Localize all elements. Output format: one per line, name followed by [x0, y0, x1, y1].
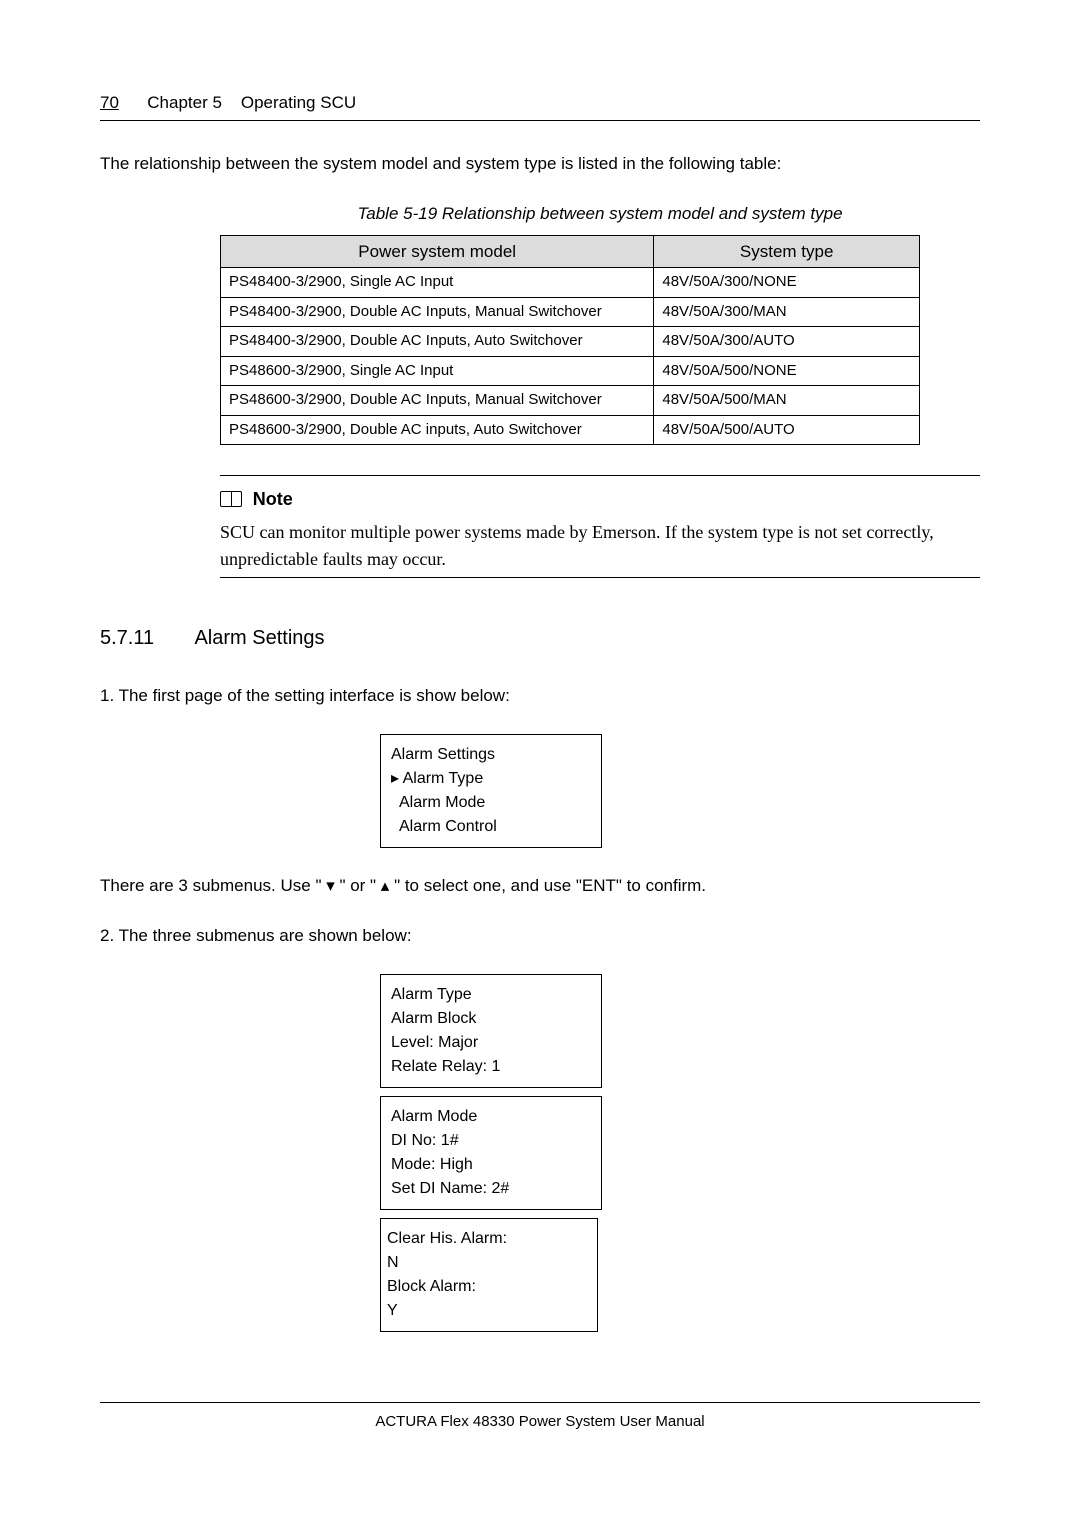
table-header-col2: System type: [654, 235, 920, 268]
alarm-control-screen: Clear His. Alarm: N Block Alarm: Y: [380, 1218, 598, 1332]
screen-line: DI No: 1#: [391, 1129, 591, 1153]
screen-item: ▸ Alarm Type: [391, 767, 591, 791]
table-row: PS48400-3/2900, Double AC Inputs, Auto S…: [221, 327, 920, 357]
page-header: 70 Chapter 5 Operating SCU: [100, 90, 980, 121]
screen-line: Block Alarm:: [387, 1275, 587, 1299]
alarm-mode-screen: Alarm Mode DI No: 1# Mode: High Set DI N…: [380, 1096, 602, 1210]
screen-line: Alarm Block: [391, 1007, 591, 1031]
alarm-settings-screen: Alarm Settings ▸ Alarm Type Alarm Mode A…: [380, 734, 602, 848]
screen-line: Y: [387, 1299, 587, 1323]
table-row: PS48600-3/2900, Double AC Inputs, Manual…: [221, 386, 920, 416]
screen-item: Alarm Control: [391, 815, 591, 839]
chapter-label: Chapter 5: [147, 93, 222, 112]
table-row: PS48400-3/2900, Single AC Input48V/50A/3…: [221, 268, 920, 298]
screen-line: Alarm Mode: [391, 1105, 591, 1129]
step-1-text: 1. The first page of the setting interfa…: [100, 683, 980, 709]
step-2-text: 2. The three submenus are shown below:: [100, 923, 980, 949]
screen-line: Mode: High: [391, 1153, 591, 1177]
submenu-text: There are 3 submenus. Use " ▾ " or " ▴ "…: [100, 873, 980, 899]
system-type-table: Power system model System type PS48400-3…: [220, 235, 920, 446]
section-number: 5.7.11: [100, 623, 190, 653]
section-title: Alarm Settings: [194, 627, 324, 649]
screen-line: Level: Major: [391, 1031, 591, 1055]
chapter-title: Operating SCU: [241, 93, 356, 112]
table-row: PS48600-3/2900, Single AC Input48V/50A/5…: [221, 356, 920, 386]
note-label: Note: [253, 489, 293, 509]
table-row: PS48600-3/2900, Double AC inputs, Auto S…: [221, 415, 920, 445]
screen-line: Clear His. Alarm:: [387, 1227, 587, 1251]
screen-line: N: [387, 1251, 587, 1275]
screen-line: Relate Relay: 1: [391, 1055, 591, 1079]
section-heading: 5.7.11 Alarm Settings: [100, 623, 980, 653]
intro-text: The relationship between the system mode…: [100, 151, 980, 177]
book-icon: [220, 491, 242, 507]
page-number: 70: [100, 93, 119, 112]
table-header-col1: Power system model: [221, 235, 654, 268]
screen-item: Alarm Mode: [391, 791, 591, 815]
screen-line: Set DI Name: 2#: [391, 1177, 591, 1201]
note-body: SCU can monitor multiple power systems m…: [220, 519, 980, 578]
screen-line: Alarm Type: [391, 983, 591, 1007]
page-footer: ACTURA Flex 48330 Power System User Manu…: [100, 1402, 980, 1434]
table-row: PS48400-3/2900, Double AC Inputs, Manual…: [221, 297, 920, 327]
alarm-type-screen: Alarm Type Alarm Block Level: Major Rela…: [380, 974, 602, 1088]
screen-title: Alarm Settings: [391, 743, 591, 767]
table-caption: Table 5-19 Relationship between system m…: [220, 201, 980, 227]
